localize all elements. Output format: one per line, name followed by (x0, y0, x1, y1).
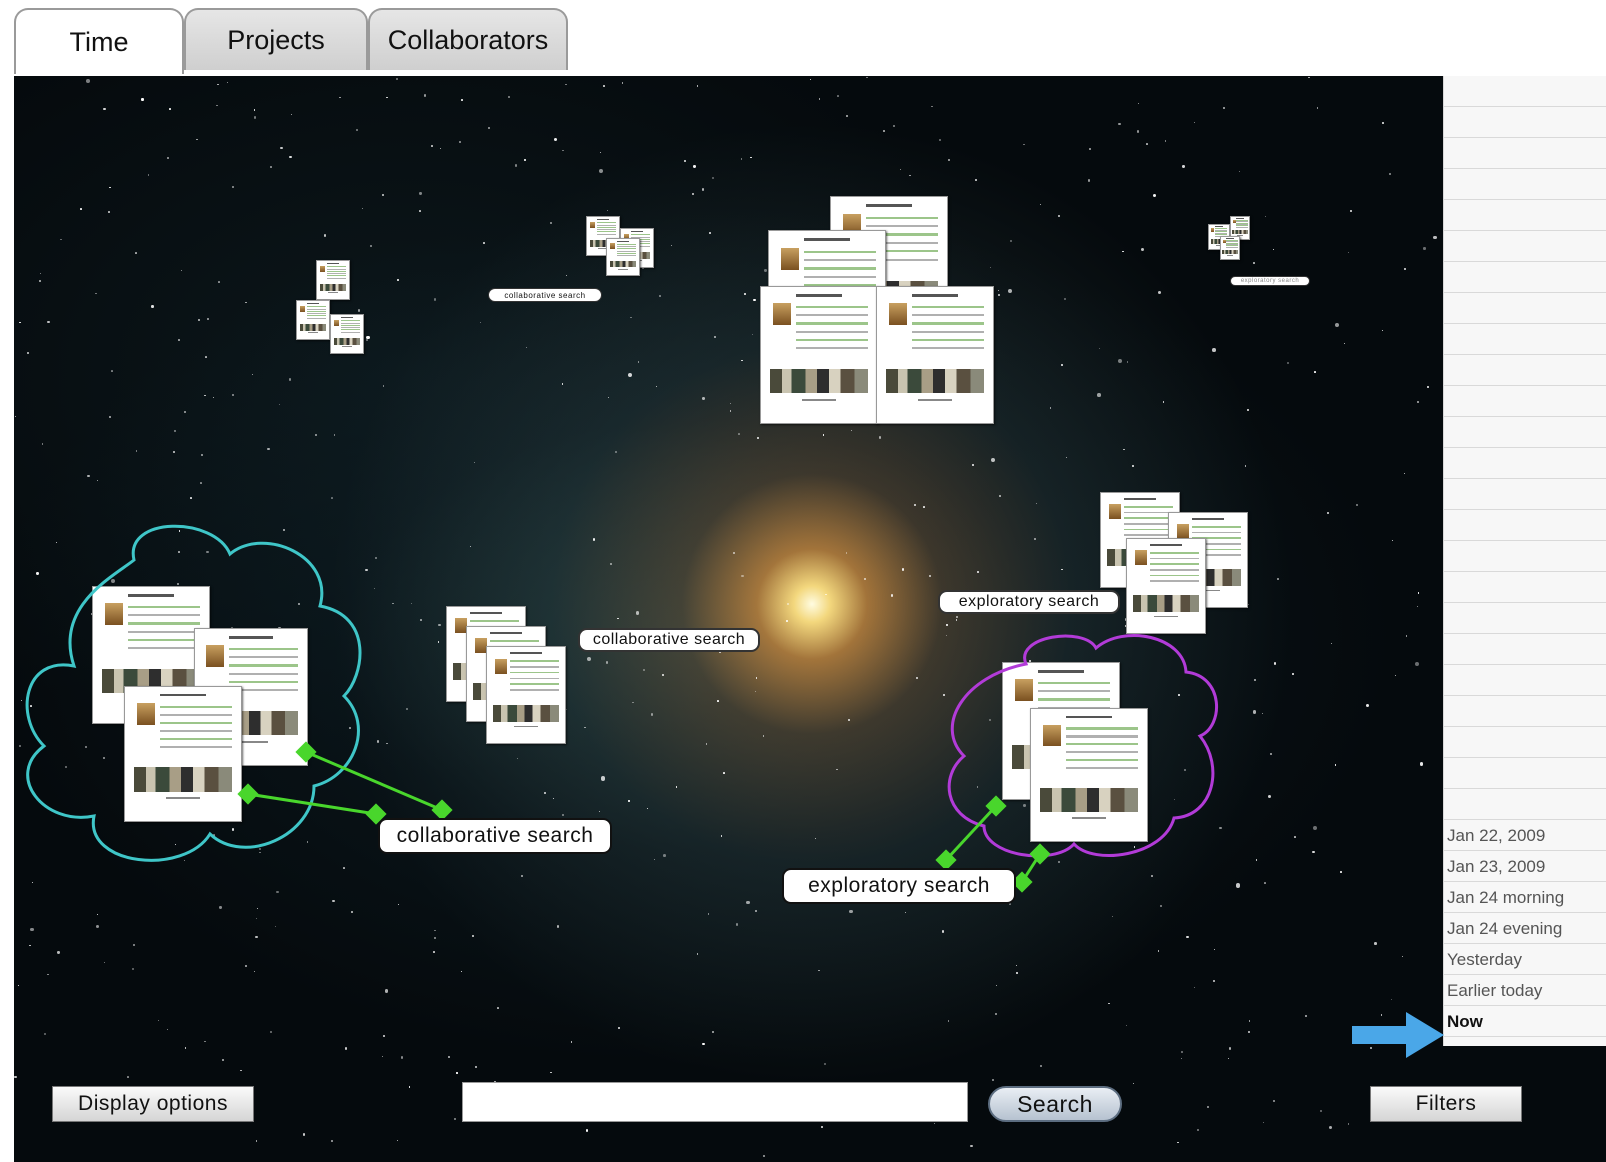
search-button[interactable]: Search (988, 1086, 1122, 1122)
timeline-entry[interactable]: Yesterday (1444, 944, 1606, 975)
collaborative-group-outline[interactable] (25, 524, 362, 862)
timeline-empty-row (1444, 727, 1606, 758)
timeline-entry[interactable]: Jan 22, 2009 (1444, 820, 1606, 851)
collaborative-connectors (237, 741, 453, 825)
timeline-panel: Jan 22, 2009 Jan 23, 2009 Jan 24 morning Ja… (1443, 76, 1606, 1046)
timeline-empty-row (1444, 355, 1606, 386)
timeline-empty-row (1444, 262, 1606, 293)
timeline-empty-row (1444, 479, 1606, 510)
timeline-empty-row (1444, 169, 1606, 200)
tab-time[interactable]: Time (14, 8, 184, 74)
tab-collaborators[interactable]: Collaborators (368, 8, 568, 70)
timeline-entry[interactable]: Jan 24 morning (1444, 882, 1606, 913)
search-input[interactable] (462, 1082, 968, 1122)
timeline-empty-row (1444, 758, 1606, 789)
tab-projects[interactable]: Projects (184, 8, 368, 70)
timeline-empty-row (1444, 417, 1606, 448)
timeline-empty-row (1444, 572, 1606, 603)
timeline-empty-row (1444, 541, 1606, 572)
timeline-empty-row (1444, 789, 1606, 820)
timeline-empty-row (1444, 634, 1606, 665)
timeline-empty-row (1444, 200, 1606, 231)
collaborative-search-group-label[interactable]: collaborative search (378, 818, 612, 854)
timeline-empty-row (1444, 448, 1606, 479)
group-overlays (25, 524, 1219, 893)
current-time-arrow-icon (1352, 1012, 1444, 1058)
document-space-canvas[interactable]: collaborative search exploratory search … (14, 76, 1606, 1162)
display-options-button[interactable]: Display options (52, 1086, 254, 1122)
timeline-empty-row (1444, 665, 1606, 696)
timeline-empty-row (1444, 603, 1606, 634)
timeline-empty-row (1444, 386, 1606, 417)
timeline-empty-row (1444, 76, 1606, 107)
exploratory-group-outline[interactable] (947, 634, 1219, 858)
timeline-empty-row (1444, 324, 1606, 355)
timeline-entry[interactable]: Jan 24 evening (1444, 913, 1606, 944)
timeline-empty-row (1444, 510, 1606, 541)
timeline-entry[interactable]: Earlier today (1444, 975, 1606, 1006)
timeline-empty-row (1444, 231, 1606, 262)
timeline-empty-row (1444, 107, 1606, 138)
timeline-empty-row (1444, 138, 1606, 169)
timeline-empty-row (1444, 293, 1606, 324)
filters-button[interactable]: Filters (1370, 1086, 1522, 1122)
exploratory-search-group-label[interactable]: exploratory search (782, 868, 1016, 904)
timeline-entry[interactable]: Now (1444, 1006, 1606, 1037)
timeline-empty-row (1444, 696, 1606, 727)
timeline-entry[interactable]: Jan 23, 2009 (1444, 851, 1606, 882)
view-tabs: Time Projects Collaborators (14, 6, 1606, 80)
